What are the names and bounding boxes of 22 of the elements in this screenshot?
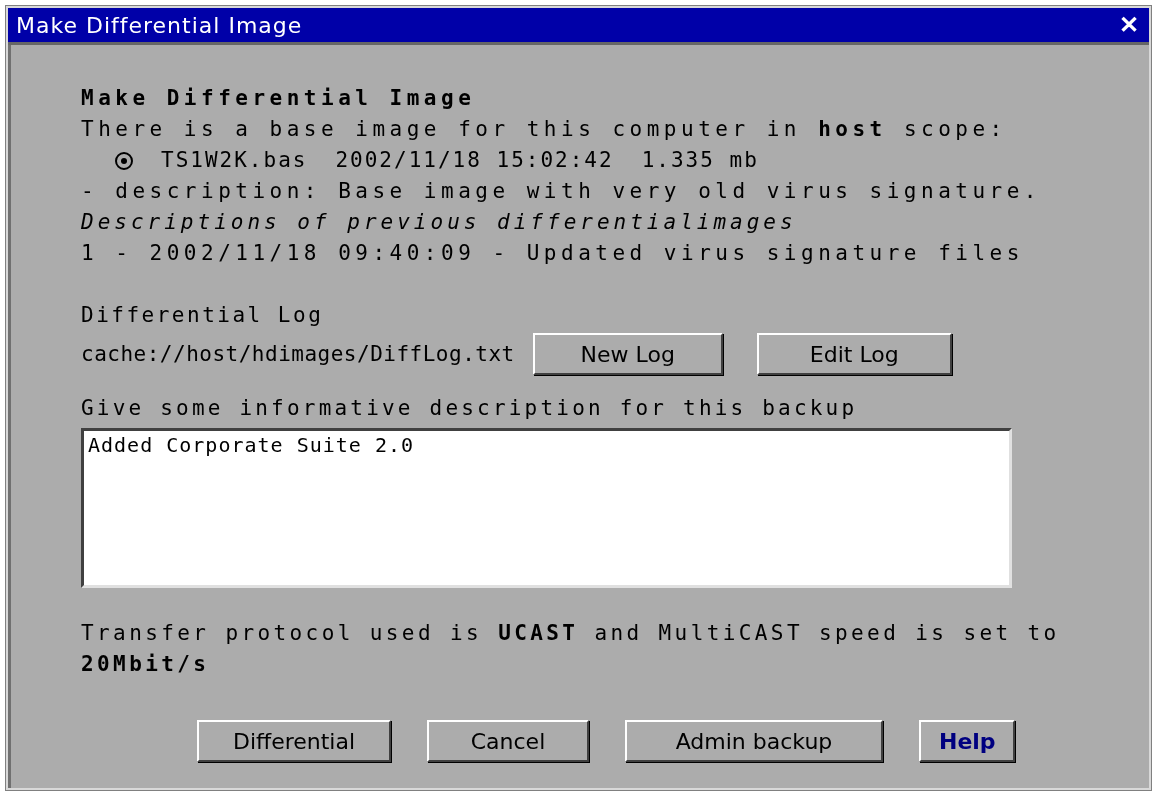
previous-entry: 1 - 2002/11/18 09:40:09 - Updated virus signature files bbox=[81, 240, 1025, 267]
dialog-button[interactable]: Cancel bbox=[427, 720, 589, 762]
base-image-intro: There is a base image for this computer in host scope: bbox=[81, 116, 1008, 143]
radio-button[interactable] bbox=[115, 151, 133, 170]
file-size: 1.335 mb bbox=[641, 147, 759, 174]
section-heading: Make Differential Image bbox=[81, 85, 477, 112]
log-button[interactable]: New Log bbox=[532, 333, 723, 375]
dialog-button[interactable]: Differential bbox=[197, 720, 391, 762]
file-date: 2002/11/18 15:02:42 bbox=[335, 147, 614, 174]
help-button[interactable]: Help bbox=[919, 720, 1015, 762]
description-field[interactable]: Added Corporate Suite 2.0 bbox=[81, 428, 1012, 588]
log-button[interactable]: Edit Log bbox=[756, 333, 952, 375]
file-name: TS1W2K.bas bbox=[161, 147, 308, 174]
close-button[interactable]: ✕ bbox=[1117, 11, 1141, 39]
log-label: Differential Log bbox=[81, 302, 325, 329]
window-title: Make Differential Image bbox=[16, 12, 303, 38]
transfer-info: Transfer protocol used is UCAST and MultiCAST speed is set to 20Mbit/s bbox=[81, 620, 1061, 678]
description-label: Give some informative description for this backup bbox=[81, 395, 859, 422]
dialog-button[interactable]: Admin backup bbox=[625, 720, 883, 762]
base-description: - description: Base image with very old virus signature. bbox=[81, 178, 1042, 205]
log-path: cache://host/hdimages/DiffLog.txt bbox=[81, 340, 515, 368]
previous-heading: Descriptions of previous differentialimages bbox=[81, 209, 798, 236]
